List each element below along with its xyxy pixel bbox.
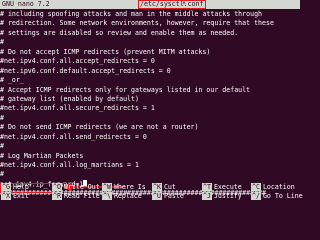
text-line[interactable]: #: [0, 142, 300, 151]
text-line[interactable]: # Log Martian Packets: [0, 152, 300, 161]
shortcut-key: ^W: [102, 183, 112, 191]
text-line[interactable]: # Do not send ICMP redirects (we are not…: [0, 123, 300, 132]
shortcut-go-to-line[interactable]: ^/Go To Line: [251, 192, 303, 201]
text-line[interactable]: #net.ipv6.conf.default.accept_redirects …: [0, 67, 300, 76]
shortcut-where-is[interactable]: ^W Where Is: [102, 183, 146, 192]
text-line[interactable]: #net.ipv4.conf.all.accept_redirects = 0: [0, 57, 300, 66]
shortcut-cut[interactable]: ^K Cut: [152, 183, 176, 192]
shortcut-key: ^J: [202, 192, 212, 200]
shortcut-key: ^C: [251, 183, 261, 191]
text-line[interactable]: # redirection. Some network environments…: [0, 19, 300, 28]
shortcut-key: ^U: [152, 192, 162, 200]
shortcut-key: ^O: [52, 183, 62, 191]
modified-indicator: *: [182, 0, 186, 8]
shortcut-row: ^X Exit ^R Read File ^\ Replace ^U Paste ^J J…: [0, 192, 303, 201]
text-line[interactable]: #net.ipv4.conf.all.log_martians = 1: [0, 161, 300, 170]
text-line[interactable]: # gateway list (enabled by default): [0, 95, 300, 104]
shortcut-key: ^\: [102, 192, 112, 200]
shortcut-label: Exit: [12, 192, 29, 200]
text-line[interactable]: #net.ipv4.conf.all.secure_redirects = 1: [0, 104, 300, 113]
text-line[interactable]: #: [0, 170, 300, 179]
shortcut-label: Write Out: [63, 183, 100, 191]
shortcut-label: Justify: [213, 192, 242, 200]
editor-area[interactable]: # including spoofing attacks and man in …: [0, 10, 300, 199]
title-bar: GNU nano 7.2 /etc/sysctl.conf *: [0, 0, 300, 9]
shortcut-label: Go To Line: [262, 192, 303, 200]
shortcut-read-file[interactable]: ^R Read File: [52, 192, 100, 201]
text-line[interactable]: # _or_: [0, 76, 300, 85]
shortcut-justify[interactable]: ^J Justify: [202, 192, 242, 201]
shortcut-write-out[interactable]: ^O Write Out: [52, 183, 100, 192]
shortcut-label: Read File: [63, 192, 100, 200]
shortcut-key: ^G: [1, 183, 11, 191]
text-line[interactable]: # including spoofing attacks and man in …: [0, 10, 300, 19]
shortcut-key: ^/: [251, 192, 261, 200]
shortcut-paste[interactable]: ^U Paste: [152, 192, 184, 201]
shortcut-label: Replace: [113, 192, 142, 200]
shortcut-key: ^T: [202, 183, 212, 191]
shortcut-label: Execute: [213, 183, 242, 191]
file-name: /etc/sysctl.conf: [138, 0, 206, 9]
app-name: GNU nano 7.2: [2, 0, 50, 8]
text-line[interactable]: #net.ipv4.conf.all.send_redirects = 0: [0, 133, 300, 142]
shortcut-label: Location: [262, 183, 295, 191]
shortcut-help[interactable]: ^G Help: [1, 183, 29, 192]
text-line[interactable]: # Accept ICMP redirects only for gateway…: [0, 86, 300, 95]
shortcut-label: Cut: [163, 183, 176, 191]
text-line[interactable]: #: [0, 38, 300, 47]
shortcut-key: ^K: [152, 183, 162, 191]
shortcut-bar: ^G Help ^O Write Out ^W Where Is ^K Cut ^T Ex…: [0, 183, 303, 201]
shortcut-row: ^G Help ^O Write Out ^W Where Is ^K Cut ^T Ex…: [0, 183, 300, 192]
shortcut-exit[interactable]: ^X Exit: [1, 192, 29, 201]
shortcut-label: Help: [12, 183, 29, 191]
shortcut-label: Where Is: [113, 183, 146, 191]
text-line[interactable]: # Do not accept ICMP redirects (prevent …: [0, 48, 300, 57]
shortcut-key: ^R: [52, 192, 62, 200]
text-line[interactable]: #: [0, 114, 300, 123]
shortcut-location[interactable]: ^C Location: [251, 183, 295, 192]
shortcut-label: Paste: [163, 192, 184, 200]
text-line[interactable]: # settings are disabled so review and en…: [0, 29, 300, 38]
shortcut-execute[interactable]: ^T Execute: [202, 183, 242, 192]
shortcut-replace[interactable]: ^\ Replace: [102, 192, 142, 201]
shortcut-key: ^X: [1, 192, 11, 200]
